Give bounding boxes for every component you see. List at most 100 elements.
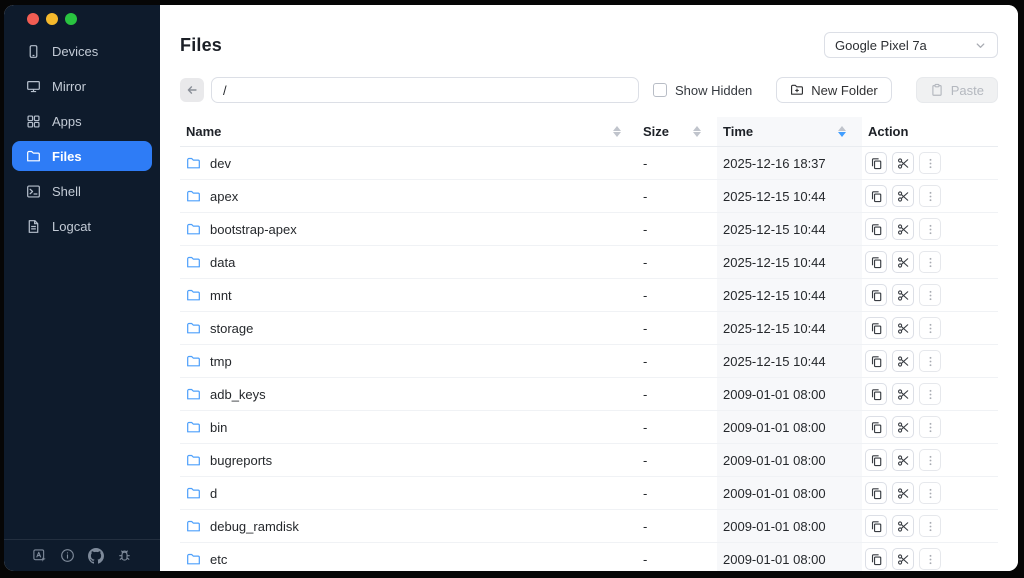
language-icon[interactable] [32,548,47,563]
more-button[interactable] [919,350,941,372]
info-icon[interactable] [60,548,75,563]
sidebar-item-mirror[interactable]: Mirror [12,71,152,101]
sidebar-item-shell[interactable]: Shell [12,176,152,206]
file-actions-cell [862,378,998,410]
column-header-time[interactable]: Time [717,117,862,146]
file-name-cell[interactable]: apex [180,180,637,212]
file-name-cell[interactable]: adb_keys [180,378,637,410]
copy-button[interactable] [865,251,887,273]
cut-button[interactable] [892,515,914,537]
file-time-cell: 2025-12-16 18:37 [717,147,862,179]
column-header-size[interactable]: Size [637,117,717,146]
copy-button[interactable] [865,515,887,537]
more-button[interactable] [919,185,941,207]
more-button[interactable] [919,383,941,405]
cut-button[interactable] [892,284,914,306]
cut-button[interactable] [892,152,914,174]
copy-icon [870,454,883,467]
cut-button[interactable] [892,218,914,240]
cut-button[interactable] [892,548,914,570]
more-button[interactable] [919,449,941,471]
copy-button[interactable] [865,185,887,207]
column-header-name[interactable]: Name [180,117,637,146]
file-size-cell: - [637,543,717,571]
copy-button[interactable] [865,218,887,240]
file-name-cell[interactable]: mnt [180,279,637,311]
sort-carets-icon[interactable] [693,126,701,137]
more-icon [924,454,937,467]
new-folder-label: New Folder [811,83,877,98]
cut-button[interactable] [892,317,914,339]
path-input[interactable] [211,77,639,103]
folder-icon [186,387,201,402]
folder-icon [186,222,201,237]
more-button[interactable] [919,515,941,537]
file-name-cell[interactable]: etc [180,543,637,571]
copy-icon [870,355,883,368]
more-button[interactable] [919,284,941,306]
copy-button[interactable] [865,449,887,471]
file-name-cell[interactable]: dev [180,147,637,179]
file-name-cell[interactable]: bootstrap-apex [180,213,637,245]
bug-icon[interactable] [117,548,132,563]
github-icon[interactable] [88,548,104,564]
file-name-cell[interactable]: tmp [180,345,637,377]
more-button[interactable] [919,218,941,240]
copy-button[interactable] [865,416,887,438]
zoom-window-button[interactable] [65,13,77,25]
back-button[interactable] [180,78,204,102]
more-button[interactable] [919,152,941,174]
cut-icon [897,355,910,368]
copy-button[interactable] [865,383,887,405]
more-icon [924,553,937,566]
minimize-window-button[interactable] [46,13,58,25]
file-time-cell: 2009-01-01 08:00 [717,444,862,476]
show-hidden-checkbox[interactable] [653,83,667,97]
sidebar-item-logcat[interactable]: Logcat [12,211,152,241]
file-time-cell: 2025-12-15 10:44 [717,246,862,278]
copy-button[interactable] [865,548,887,570]
file-name-cell[interactable]: storage [180,312,637,344]
more-button[interactable] [919,482,941,504]
cut-button[interactable] [892,449,914,471]
copy-button[interactable] [865,317,887,339]
copy-button[interactable] [865,482,887,504]
device-select[interactable]: Google Pixel 7a [824,32,998,58]
file-name-cell[interactable]: bugreports [180,444,637,476]
file-name-cell[interactable]: data [180,246,637,278]
file-size: - [643,222,647,237]
sort-carets-icon[interactable] [613,126,621,137]
more-icon [924,388,937,401]
apps-grid-icon [26,114,41,129]
cut-button[interactable] [892,383,914,405]
more-button[interactable] [919,251,941,273]
more-button[interactable] [919,548,941,570]
more-button[interactable] [919,317,941,339]
cut-button[interactable] [892,416,914,438]
sidebar-item-devices[interactable]: Devices [12,36,152,66]
toolbar: Show Hidden New Folder Paste [180,77,998,103]
cut-button[interactable] [892,350,914,372]
sidebar-item-files[interactable]: Files [12,141,152,171]
new-folder-button[interactable]: New Folder [776,77,891,103]
cut-icon [897,388,910,401]
sort-carets-icon[interactable] [838,126,846,137]
cut-button[interactable] [892,185,914,207]
cut-button[interactable] [892,251,914,273]
file-name-cell[interactable]: d [180,477,637,509]
file-name-cell[interactable]: debug_ramdisk [180,510,637,542]
close-window-button[interactable] [27,13,39,25]
file-time-cell: 2025-12-15 10:44 [717,279,862,311]
copy-button[interactable] [865,350,887,372]
copy-button[interactable] [865,284,887,306]
sidebar-item-apps[interactable]: Apps [12,106,152,136]
sidebar-item-label: Mirror [52,79,86,94]
copy-button[interactable] [865,152,887,174]
cut-button[interactable] [892,482,914,504]
chevron-down-icon [974,39,987,52]
show-hidden-toggle[interactable]: Show Hidden [653,83,752,98]
paste-button[interactable]: Paste [916,77,998,103]
more-icon [924,322,937,335]
file-name-cell[interactable]: bin [180,411,637,443]
more-button[interactable] [919,416,941,438]
